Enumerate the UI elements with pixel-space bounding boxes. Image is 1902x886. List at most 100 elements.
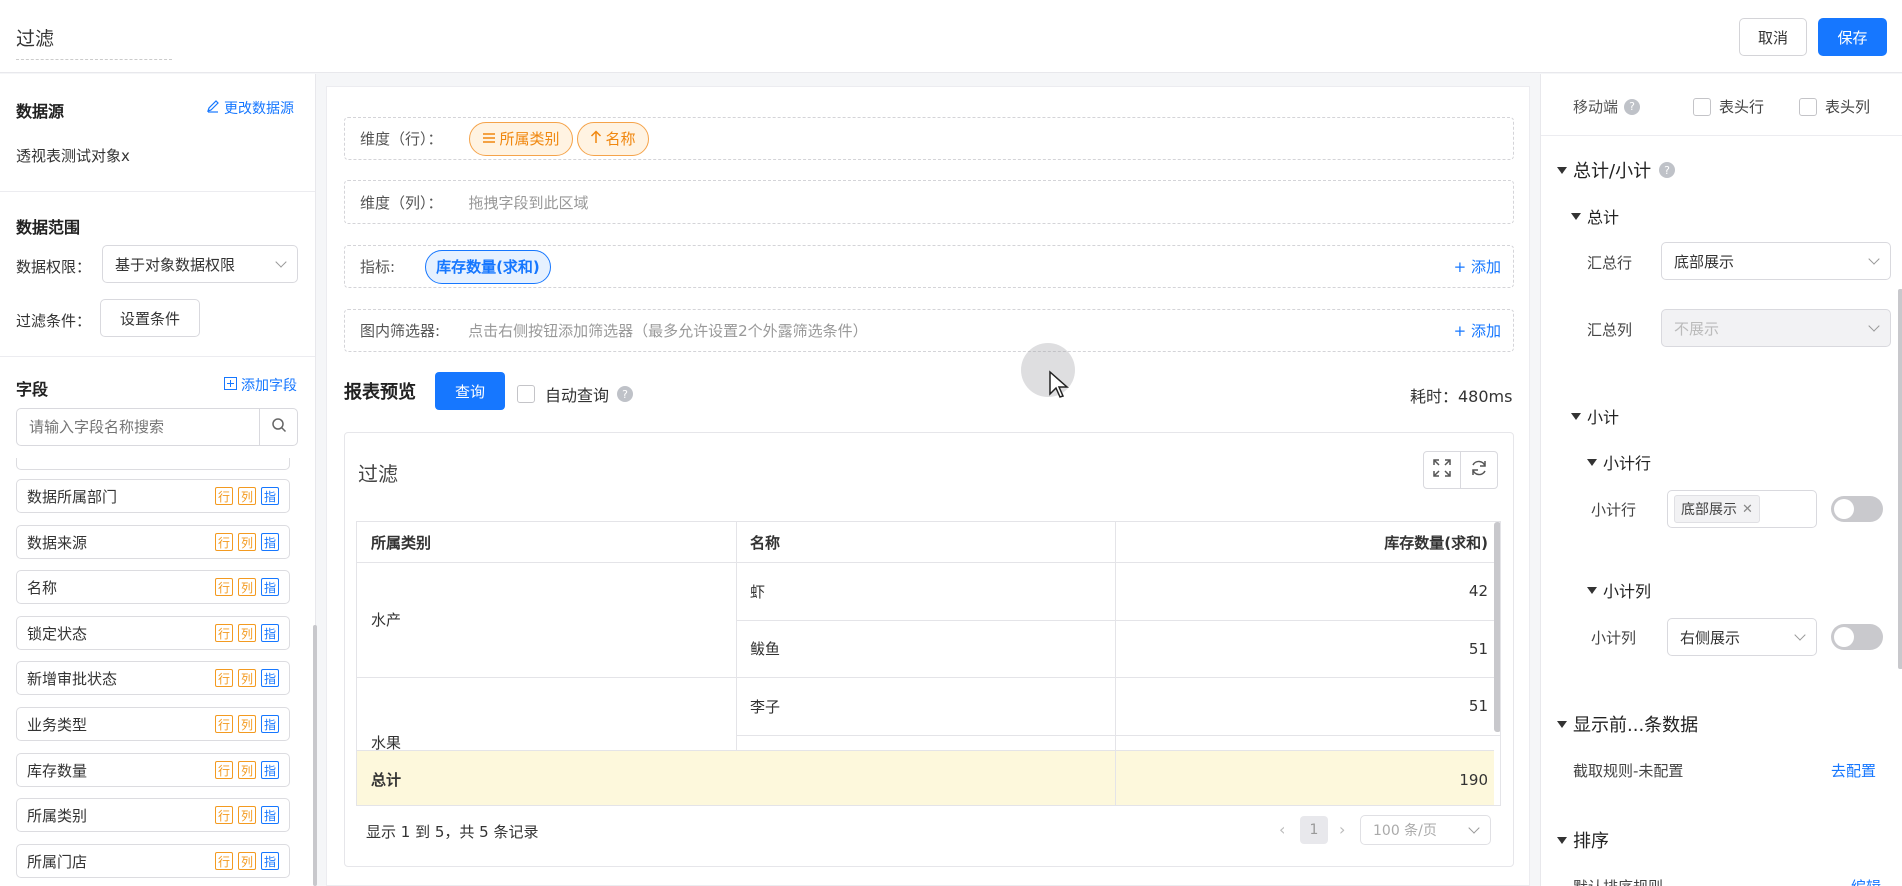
tag-col[interactable]: 列	[238, 852, 256, 870]
add-field-link[interactable]: 添加字段	[224, 375, 297, 395]
table-header[interactable]: 名称	[750, 522, 780, 562]
header-col-checkbox[interactable]: 表头列	[1799, 96, 1870, 117]
tag-row[interactable]: 行	[215, 715, 233, 733]
cancel-button[interactable]: 取消	[1739, 18, 1807, 56]
auto-query-toggle[interactable]: 自动查询 ?	[517, 382, 634, 406]
tag-col[interactable]: 列	[238, 533, 256, 551]
add-metric-link[interactable]: + 添加	[1454, 256, 1501, 277]
subtotal-col-select[interactable]: 右侧展示	[1667, 618, 1817, 656]
page-size-select[interactable]: 100 条/页	[1360, 815, 1491, 845]
tag-metric[interactable]: 指	[261, 852, 279, 870]
selected-tag: 底部展示 ✕	[1674, 495, 1760, 523]
dimension-row-zone[interactable]: 维度（行）： 所属类别 名称	[344, 117, 1514, 160]
inner-filter-zone[interactable]: 图内筛选器: 点击右侧按钮添加筛选器（最多允许设置2个外露筛选条件） + 添加	[344, 309, 1514, 352]
tag-row[interactable]: 行	[215, 806, 233, 824]
field-item[interactable]: 名称 行列指	[16, 570, 290, 604]
list-icon	[482, 130, 496, 148]
plus-square-icon	[224, 376, 237, 394]
field-item[interactable]: 新增审批状态 行列指	[16, 661, 290, 695]
tag-col[interactable]: 列	[238, 487, 256, 505]
fields-title: 字段	[16, 380, 49, 399]
edit-sort-link[interactable]: 编辑	[1851, 876, 1881, 886]
subtotal-row-toggle[interactable]	[1831, 496, 1883, 522]
add-filter-link[interactable]: + 添加	[1454, 320, 1501, 341]
dimension-col-zone[interactable]: 维度（列）： 拖拽字段到此区域	[344, 180, 1514, 224]
tag-row[interactable]: 行	[215, 578, 233, 596]
checkbox[interactable]	[1799, 97, 1817, 116]
fullscreen-button[interactable]	[1424, 452, 1461, 488]
field-search-input[interactable]	[17, 409, 259, 445]
dimension-row-pill-label: 名称	[605, 130, 636, 148]
dimension-row-pill[interactable]: 名称	[576, 121, 649, 156]
total-section[interactable]: 总计	[1571, 204, 1619, 228]
add-field-label: 添加字段	[241, 378, 297, 394]
table-header[interactable]: 所属类别	[371, 522, 431, 562]
field-item[interactable]: 数据来源 行列指	[16, 525, 290, 559]
tag-col[interactable]: 列	[238, 669, 256, 687]
tag-metric[interactable]: 指	[261, 533, 279, 551]
name-cell: 虾	[750, 582, 766, 601]
table-header[interactable]: 库存数量(求和)	[1115, 522, 1488, 562]
refresh-button[interactable]	[1461, 452, 1497, 488]
tag-metric[interactable]: 指	[261, 669, 279, 687]
field-item[interactable]: 数据所属部门 行列指	[16, 479, 290, 513]
sum-col-value: 不展示	[1674, 319, 1720, 338]
page-title: 过滤	[16, 24, 172, 60]
header-row-checkbox[interactable]: 表头行	[1693, 96, 1764, 117]
sort-section[interactable]: 排序	[1557, 827, 1609, 853]
tag-col[interactable]: 列	[238, 578, 256, 596]
save-button[interactable]: 保存	[1818, 18, 1887, 56]
metric-zone[interactable]: 指标: 库存数量(求和) + 添加	[344, 245, 1514, 288]
subtotal-col-section[interactable]: 小计列	[1587, 578, 1651, 602]
subtotal-section[interactable]: 小计	[1571, 404, 1619, 428]
left-scrollbar[interactable]	[313, 625, 317, 886]
total-subtotal-section[interactable]: 总计/小计 ?	[1557, 157, 1676, 183]
field-item[interactable]: 库存数量 行列指	[16, 753, 290, 787]
current-page[interactable]: 1	[1300, 816, 1328, 844]
tag-col[interactable]: 列	[238, 715, 256, 733]
go-config-link[interactable]: 去配置	[1831, 760, 1876, 781]
field-item[interactable]: 锁定状态 行列指	[16, 616, 290, 650]
change-datasource-link[interactable]: 更改数据源	[206, 98, 294, 118]
tag-col[interactable]: 列	[238, 624, 256, 642]
dimension-row-pill[interactable]: 所属类别	[468, 121, 573, 156]
tag-metric[interactable]: 指	[261, 487, 279, 505]
field-name: 所属门店	[27, 852, 88, 871]
tag-row[interactable]: 行	[215, 533, 233, 551]
subtotal-row-select[interactable]: 底部展示 ✕	[1667, 490, 1817, 528]
subtotal-row-title: 小计行	[1603, 454, 1652, 473]
sum-row-select[interactable]: 底部展示	[1661, 242, 1891, 280]
set-condition-button[interactable]: 设置条件	[100, 299, 200, 337]
tag-row[interactable]: 行	[215, 852, 233, 870]
permission-select[interactable]: 基于对象数据权限	[102, 245, 298, 283]
tag-metric[interactable]: 指	[261, 761, 279, 779]
subtotal-col-toggle[interactable]	[1831, 624, 1883, 650]
table-scrollbar[interactable]	[1494, 522, 1500, 732]
prev-page-icon[interactable]: ‹	[1279, 820, 1285, 839]
next-page-icon[interactable]: ›	[1339, 820, 1345, 839]
tag-row[interactable]: 行	[215, 624, 233, 642]
search-button[interactable]	[259, 409, 297, 445]
auto-query-checkbox[interactable]	[517, 385, 535, 403]
show-top-section[interactable]: 显示前...条数据	[1557, 711, 1698, 737]
sum-col-select[interactable]: 不展示	[1661, 309, 1891, 347]
tag-row[interactable]: 行	[215, 669, 233, 687]
field-item[interactable]: 所属类别 行列指	[16, 798, 290, 832]
tag-row[interactable]: 行	[215, 487, 233, 505]
tag-metric[interactable]: 指	[261, 715, 279, 733]
tag-metric[interactable]: 指	[261, 806, 279, 824]
tag-col[interactable]: 列	[238, 761, 256, 779]
query-button[interactable]: 查询	[435, 372, 505, 410]
tag-metric[interactable]: 指	[261, 624, 279, 642]
checkbox[interactable]	[1693, 97, 1711, 116]
field-item[interactable]: 所属门店 行列指	[16, 844, 290, 878]
field-item[interactable]: 业务类型 行列指	[16, 707, 290, 741]
metric-pill[interactable]: 库存数量(求和)	[425, 249, 551, 284]
tag-col[interactable]: 列	[238, 806, 256, 824]
right-scrollbar[interactable]	[1898, 289, 1902, 669]
tag-metric[interactable]: 指	[261, 578, 279, 596]
field-name: 新增审批状态	[27, 669, 118, 688]
subtotal-row-section[interactable]: 小计行	[1587, 450, 1651, 474]
tag-row[interactable]: 行	[215, 761, 233, 779]
close-icon[interactable]: ✕	[1742, 502, 1753, 517]
